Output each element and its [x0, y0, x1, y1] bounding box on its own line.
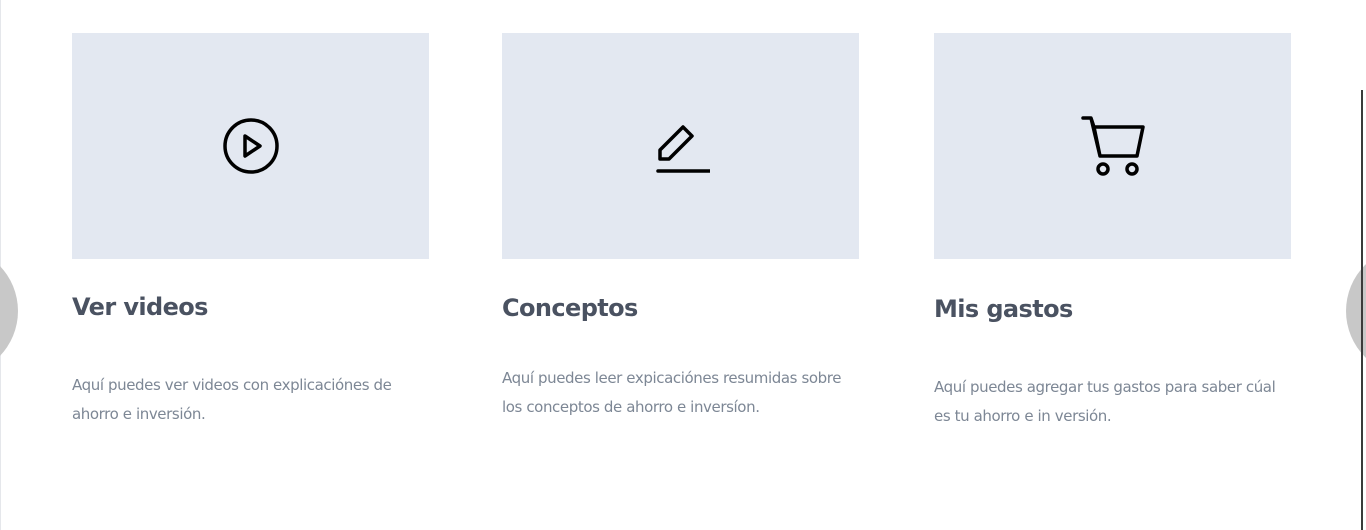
page-scrollbar[interactable] — [1361, 90, 1363, 530]
edit-pen-icon — [655, 125, 710, 173]
carousel-next-button[interactable] — [1346, 246, 1366, 376]
card-description: Aquí puedes ver videos con explicaciónes… — [72, 376, 392, 423]
card-image[interactable] — [72, 33, 429, 259]
card-image[interactable] — [502, 33, 859, 259]
card-title: Ver videos — [72, 293, 208, 321]
play-circle-icon — [222, 118, 279, 174]
left-border — [0, 0, 1, 530]
card-description: Aquí puedes leer expicaciónes resumidas … — [502, 369, 842, 416]
card-title: Conceptos — [502, 294, 638, 322]
carousel-prev-button[interactable] — [0, 246, 18, 376]
card-title: Mis gastos — [934, 295, 1073, 323]
shopping-cart-icon — [1080, 116, 1145, 176]
page: Ver videos Aquí puedes ver videos con ex… — [0, 0, 1366, 530]
card-image[interactable] — [934, 33, 1291, 259]
card-description: Aquí puedes agregar tus gastos para sabe… — [934, 378, 1276, 425]
